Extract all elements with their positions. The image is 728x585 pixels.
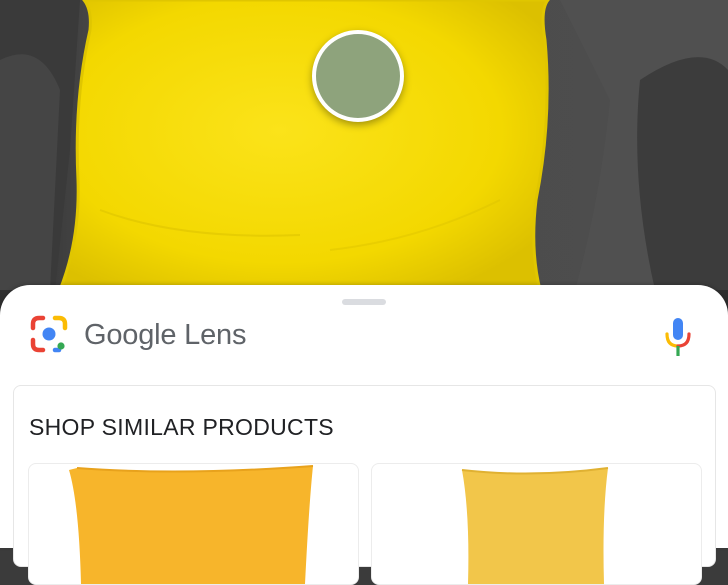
google-lens-brand-label: Google Lens — [84, 319, 247, 351]
sheet-drag-handle[interactable] — [342, 299, 386, 305]
results-bottom-sheet[interactable]: Google Lens SHOP SIMILAR PRODUCTS — [0, 285, 728, 585]
focus-point-dot[interactable] — [312, 30, 404, 122]
google-lens-icon[interactable] — [30, 315, 68, 353]
section-title: SHOP SIMILAR PRODUCTS — [29, 414, 334, 440]
product-image-orange-pillow — [69, 465, 314, 584]
microphone-icon[interactable] — [664, 317, 692, 357]
shop-similar-card: SHOP SIMILAR PRODUCTS — [13, 385, 716, 585]
product-result-2[interactable] — [371, 463, 702, 585]
product-image-yellow-pillow — [461, 467, 609, 584]
product-result-1[interactable] — [28, 463, 359, 585]
yellow-cushion — [57, 0, 550, 292]
